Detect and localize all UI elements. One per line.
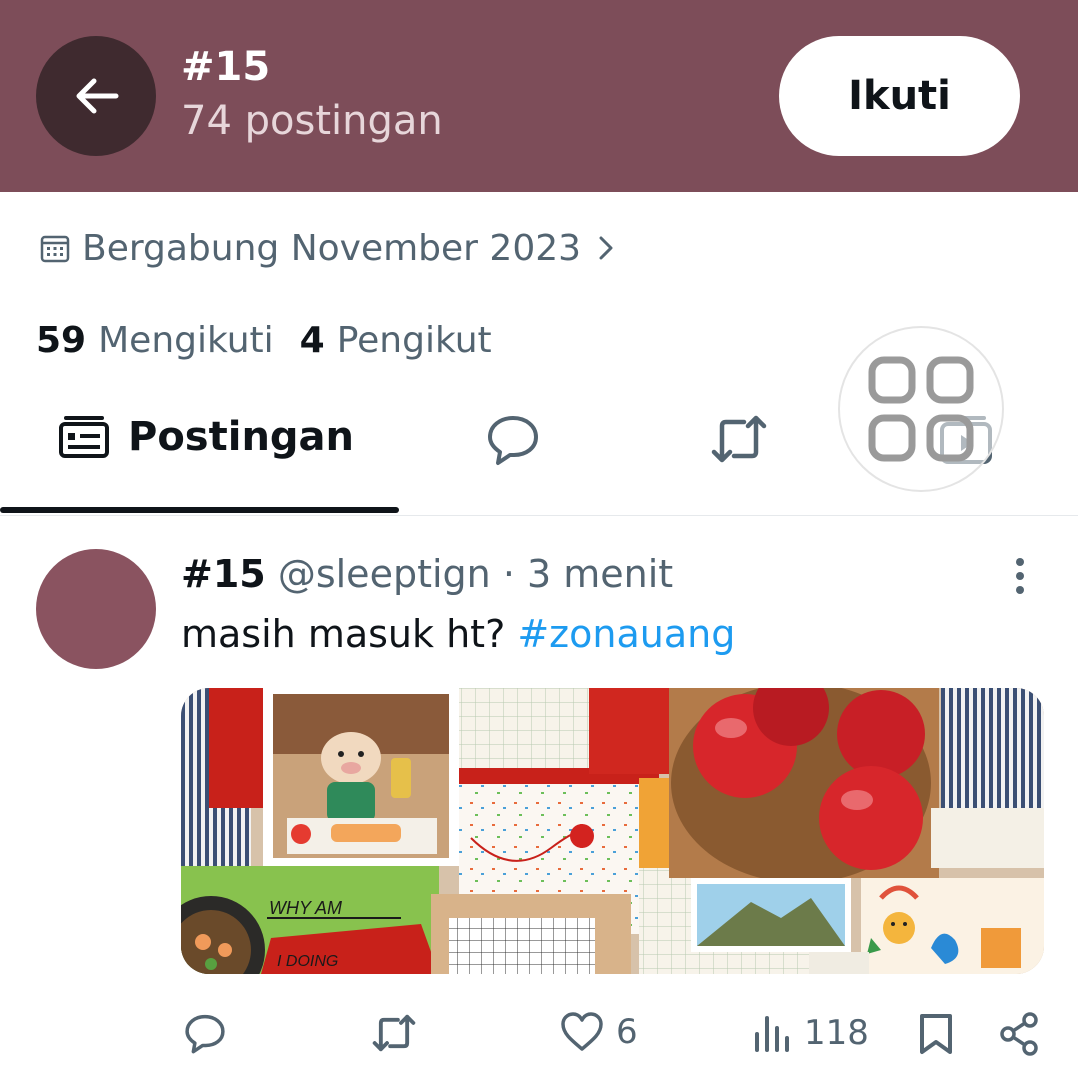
tab-replies[interactable] bbox=[486, 412, 540, 470]
floating-apps-button[interactable] bbox=[838, 326, 1004, 492]
like-button[interactable]: 6 bbox=[560, 1012, 638, 1052]
chevron-right-icon bbox=[599, 236, 613, 260]
repost-icon bbox=[711, 415, 767, 463]
joined-text: Bergabung November 2023 bbox=[82, 227, 582, 269]
arrow-left-icon bbox=[76, 78, 119, 114]
post-text: masih masuk ht? #zonauang bbox=[181, 612, 735, 656]
followers-count: 4 bbox=[299, 320, 325, 361]
following-stat[interactable]: 59 Mengikuti bbox=[36, 320, 274, 361]
bookmark-icon bbox=[920, 1014, 952, 1054]
views-icon bbox=[755, 1016, 789, 1052]
collage-handwriting: WHY AM bbox=[269, 898, 342, 918]
tab-posts-label: Postingan bbox=[128, 414, 355, 460]
post-handle[interactable]: @sleeptign bbox=[278, 552, 491, 596]
tab-reposts[interactable] bbox=[708, 412, 770, 470]
share-icon bbox=[1000, 1012, 1038, 1056]
post-separator: · bbox=[502, 552, 515, 596]
profile-header: #15 74 postingan Ikuti bbox=[0, 0, 1078, 192]
more-options-icon[interactable] bbox=[1006, 556, 1034, 596]
followers-label: Pengikut bbox=[336, 320, 492, 361]
active-tab-indicator bbox=[0, 507, 399, 513]
tab-posts[interactable]: Postingan bbox=[58, 414, 354, 460]
follow-stats: 59 Mengikuti 4 Pengikut bbox=[36, 320, 492, 361]
following-count: 59 bbox=[36, 320, 87, 361]
bookmark-button[interactable] bbox=[918, 1012, 954, 1056]
reply-button[interactable] bbox=[184, 1012, 226, 1054]
views-count: 118 bbox=[804, 1013, 869, 1053]
share-button[interactable] bbox=[998, 1012, 1040, 1056]
reply-icon bbox=[488, 416, 538, 465]
collage-image: WHY AM I DOING bbox=[181, 688, 1044, 974]
post-hashtag[interactable]: #zonauang bbox=[517, 612, 735, 656]
reply-icon bbox=[185, 1014, 225, 1054]
back-button[interactable] bbox=[36, 36, 156, 156]
repost-icon bbox=[372, 1014, 416, 1052]
heart-icon bbox=[561, 1012, 603, 1051]
post-actions: 6 118 bbox=[0, 1004, 1078, 1064]
calendar-icon bbox=[40, 235, 70, 263]
header-post-count: 74 postingan bbox=[181, 98, 443, 144]
post-body: masih masuk ht? bbox=[181, 612, 518, 656]
follow-button[interactable]: Ikuti bbox=[779, 36, 1020, 156]
svg-text:I DOING: I DOING bbox=[277, 953, 338, 970]
header-title: #15 bbox=[181, 44, 271, 90]
post-header: #15 @sleeptign · 3 menit bbox=[181, 552, 673, 596]
posts-icon bbox=[59, 416, 109, 458]
views-button[interactable]: 118 bbox=[752, 1012, 869, 1054]
post-display-name[interactable]: #15 bbox=[181, 552, 266, 596]
post-image[interactable]: WHY AM I DOING bbox=[181, 688, 1044, 974]
followers-stat[interactable]: 4 Pengikut bbox=[300, 320, 492, 361]
grid-icon bbox=[868, 356, 974, 462]
joined-date[interactable]: Bergabung November 2023 bbox=[38, 224, 617, 272]
post-time[interactable]: 3 menit bbox=[527, 552, 673, 596]
repost-button[interactable] bbox=[370, 1012, 418, 1054]
avatar[interactable] bbox=[36, 549, 156, 669]
like-count: 6 bbox=[616, 1012, 638, 1052]
following-label: Mengikuti bbox=[98, 320, 274, 361]
